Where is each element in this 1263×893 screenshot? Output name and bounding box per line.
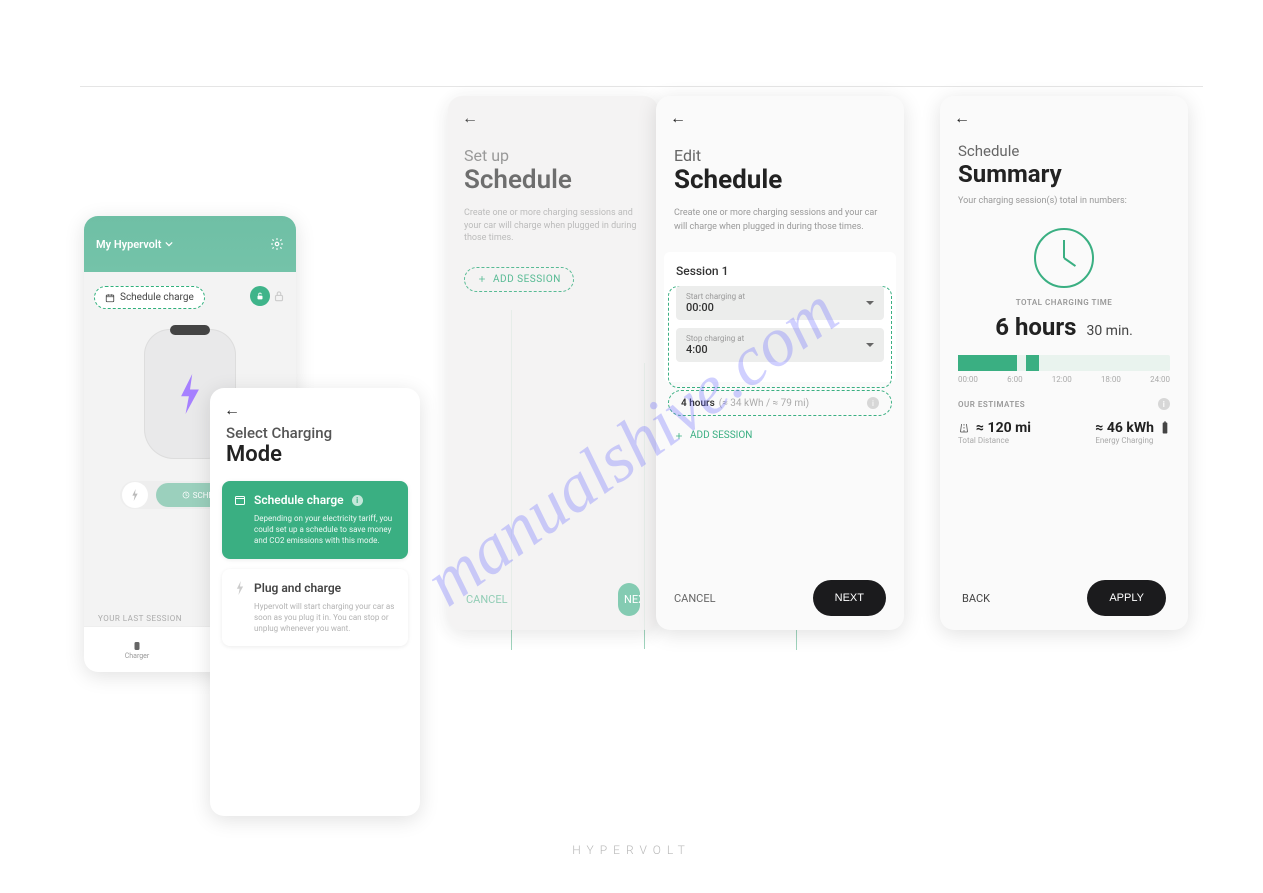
start-time-field[interactable]: Start charging at 00:00 [676,286,884,320]
heading-top: Schedule [958,142,1170,160]
estimates-label: OUR ESTIMATES i [940,398,1188,410]
tab-charger[interactable]: Charger [84,627,190,672]
lock-icon [272,289,286,303]
description: Create one or more charging sessions and… [656,203,904,248]
card-title: Schedule charge [254,493,344,507]
calendar-icon [105,293,115,303]
chevron-down-icon [866,301,874,309]
mode-card-schedule[interactable]: Schedule charge i Depending on your elec… [222,481,408,559]
cancel-button[interactable]: CANCEL [466,583,508,616]
chevron-down-icon [165,240,173,248]
heading-bottom: Mode [226,442,404,467]
hours-value: 6 hours [995,313,1076,341]
add-session-button[interactable]: ADD SESSION [464,267,574,292]
divider [80,86,1203,87]
description: Create one or more charging sessions and… [448,203,658,261]
back-arrow-icon[interactable]: ← [656,96,904,128]
field-value: 00:00 [686,301,874,314]
info-icon[interactable]: i [867,397,879,409]
info-icon[interactable]: i [352,495,363,506]
duration-estimate: (≈ 34 kWh / ≈ 79 mi) [719,398,809,409]
app-title-dropdown[interactable]: My Hypervolt [96,238,173,251]
info-icon[interactable]: i [1158,398,1170,410]
calendar-icon [234,494,246,506]
phone-set-up-schedule: ← Set up Schedule Create one or more cha… [448,96,658,630]
gear-icon[interactable] [270,237,284,251]
phone-select-mode: ← Select Charging Mode Schedule charge i… [210,388,420,816]
heading-bottom: Schedule [674,165,886,195]
cancel-button[interactable]: CANCEL [674,592,716,605]
app-header: My Hypervolt [84,216,296,272]
session-card: Session 1 Start charging at 00:00 Stop c… [664,252,896,382]
clock-icon [1034,228,1094,288]
chip-label: Schedule charge [120,292,194,303]
charger-tab-icon [131,640,143,652]
estimate-energy: ≈ 46 kWh Energy Charging [1095,420,1170,445]
schedule-charge-chip[interactable]: Schedule charge [94,286,205,309]
bolt-icon [175,374,205,414]
bolt-mode-icon [122,482,148,508]
field-value: 4:00 [686,343,874,356]
bolt-icon [234,581,246,595]
back-arrow-icon[interactable]: ← [940,96,1188,128]
lock-toggle[interactable] [250,286,286,306]
chevron-down-icon [866,343,874,351]
heading-bottom: Schedule [464,165,642,195]
heading-bottom: Summary [958,160,1170,188]
card-desc: Depending on your electricity tariff, yo… [234,513,396,547]
total-time: 6 hours 30 min. [940,313,1188,341]
next-button[interactable]: NEXT [813,580,886,616]
back-arrow-icon[interactable]: ← [210,388,420,420]
phone-edit-schedule: ← Edit Schedule Create one or more charg… [656,96,904,630]
card-title: Plug and charge [254,581,341,595]
unlock-icon [250,286,270,306]
phone-schedule-summary: ← Schedule Summary Your charging session… [940,96,1188,630]
subtitle: Your charging session(s) total in number… [940,194,1188,220]
apply-button[interactable]: APPLY [1087,580,1166,616]
heading-top: Edit [674,146,886,165]
timeline-ticks: 00:00 6:00 12:00 18:00 24:00 [958,375,1170,384]
session-title: Session 1 [676,264,884,278]
duration-chip: 4 hours (≈ 34 kWh / ≈ 79 mi) i [668,390,892,416]
plus-icon [477,274,487,284]
card-desc: Hypervolt will start charging your car a… [234,601,396,635]
battery-icon [1160,421,1170,435]
mode-card-plug[interactable]: Plug and charge Hypervolt will start cha… [222,569,408,647]
stop-time-field[interactable]: Stop charging at 4:00 [676,328,884,362]
estimate-distance: ≈ 120 mi Total Distance [958,420,1031,445]
total-charging-time-label: TOTAL CHARGING TIME [940,298,1188,307]
duration-value: 4 hours [681,398,715,409]
minutes-value: 30 min. [1086,323,1132,339]
add-session-button[interactable]: ADD SESSION [656,424,770,447]
field-label: Stop charging at [686,334,874,343]
timeline-bar [958,355,1170,371]
app-title: My Hypervolt [96,238,161,251]
back-button[interactable]: BACK [962,592,990,605]
heading-top: Set up [464,146,642,165]
back-arrow-icon[interactable]: ← [448,96,658,128]
brand-logo: HYPERVOLT [572,843,691,857]
plus-icon [674,431,684,441]
field-label: Start charging at [686,292,874,301]
heading-top: Select Charging [226,424,404,442]
next-button[interactable]: NEXT [618,583,640,616]
road-icon [958,422,970,434]
